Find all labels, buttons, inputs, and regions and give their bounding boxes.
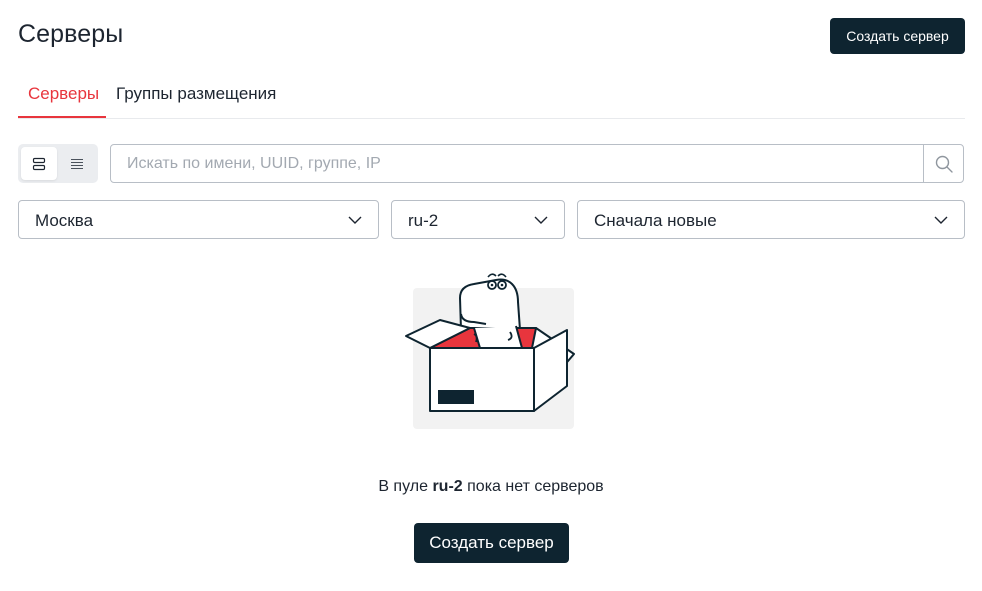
cards-view-button[interactable] — [21, 147, 57, 180]
sort-select[interactable]: Сначала новые — [577, 200, 965, 239]
chevron-down-icon — [934, 216, 948, 224]
chevron-down-icon — [348, 216, 362, 224]
list-view-icon — [71, 158, 83, 169]
region-select[interactable]: Москва — [18, 200, 379, 239]
empty-state-message: В пуле ru-2 пока нет серверов — [0, 478, 982, 496]
chevron-down-icon — [534, 216, 548, 224]
servers-page: Серверы Создать сервер Серверы Группы ра… — [0, 0, 982, 591]
list-view-button[interactable] — [59, 147, 95, 180]
dinosaur-in-box-illustration — [405, 273, 575, 429]
search-input[interactable] — [111, 145, 925, 182]
empty-state-pool-name: ru-2 — [432, 478, 463, 495]
search-icon — [935, 155, 953, 173]
search-button[interactable] — [923, 145, 963, 182]
cards-view-icon — [32, 157, 46, 170]
empty-state-prefix: В пуле — [378, 478, 428, 495]
sort-select-value: Сначала новые — [594, 211, 717, 230]
tab-servers[interactable]: Серверы — [18, 80, 106, 118]
create-server-button-empty-state[interactable]: Создать сервер — [414, 523, 569, 563]
pool-select[interactable]: ru-2 — [391, 200, 565, 239]
region-select-value: Москва — [35, 211, 94, 230]
search-box — [110, 144, 964, 183]
tabs-bar: Серверы Группы размещения — [18, 80, 965, 119]
pool-select-value: ru-2 — [408, 211, 439, 230]
view-toggle — [18, 144, 98, 183]
create-server-button[interactable]: Создать сервер — [830, 18, 965, 54]
tab-placement-groups[interactable]: Группы размещения — [116, 80, 276, 118]
empty-state-suffix: пока нет серверов — [467, 478, 604, 495]
page-title: Серверы — [18, 20, 124, 48]
